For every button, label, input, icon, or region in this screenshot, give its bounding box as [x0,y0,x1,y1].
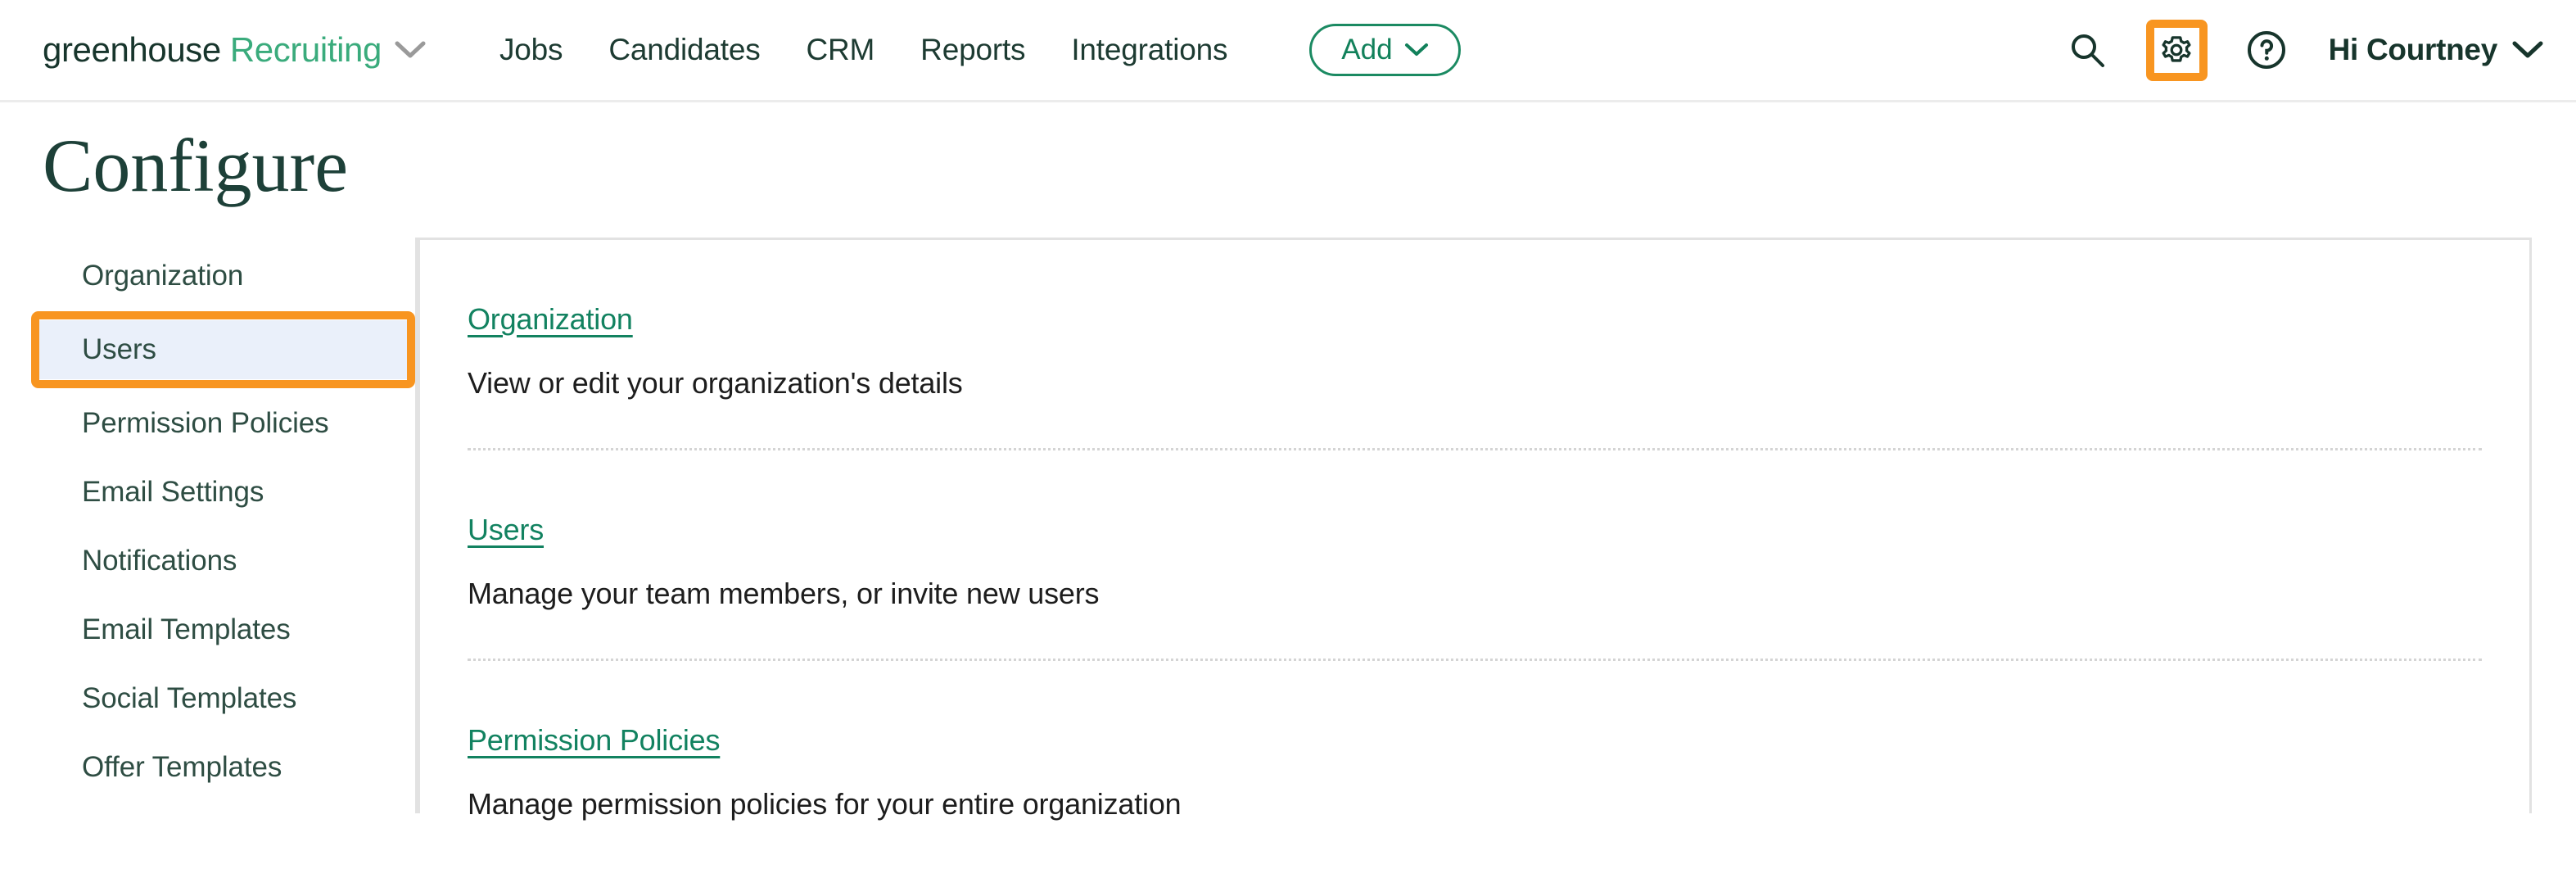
settings-row-organization: Organization View or edit your organizat… [468,240,2482,450]
settings-row-users: Users Manage your team members, or invit… [468,450,2482,661]
sidebar-item-users-highlight: Users [0,320,415,379]
sidebar-item-notifications[interactable]: Notifications [0,536,415,586]
help-circle-icon[interactable] [2244,27,2289,73]
nav-item-crm[interactable]: CRM [784,33,898,67]
search-icon[interactable] [2064,27,2110,73]
chevron-down-icon [1404,42,1429,58]
top-navigation-bar: greenhouse Recruiting Jobs Candidates CR… [0,0,2576,102]
chevron-down-icon[interactable] [395,40,426,60]
brand-product-name: Recruiting [230,30,382,70]
account-greeting-label: Hi Courtney [2329,33,2497,67]
settings-link-users[interactable]: Users [468,513,544,547]
nav-item-jobs[interactable]: Jobs [477,33,585,67]
settings-description-organization: View or edit your organization's details [468,366,2482,401]
page-title: Configure [43,126,2576,206]
settings-link-permission-policies[interactable]: Permission Policies [468,723,720,758]
nav-item-reports[interactable]: Reports [897,33,1048,67]
account-menu[interactable]: Hi Courtney [2329,33,2543,67]
primary-nav: Jobs Candidates CRM Reports Integrations [477,33,1250,67]
sidebar-item-organization[interactable]: Organization [0,251,415,301]
nav-item-candidates[interactable]: Candidates [585,33,783,67]
configure-sidebar: Organization Users Permission Policies E… [0,238,418,813]
settings-card: Organization View or edit your organizat… [418,238,2532,813]
sidebar-item-users[interactable]: Users [39,320,407,379]
top-bar-actions: Hi Courtney [2050,0,2543,100]
settings-link-organization[interactable]: Organization [468,302,633,337]
configure-main: Organization View or edit your organizat… [418,238,2576,813]
brand-logo[interactable]: greenhouse Recruiting [43,30,426,70]
sidebar-item-email-settings[interactable]: Email Settings [0,468,415,517]
gear-icon[interactable] [2146,20,2208,81]
page-content: Organization Users Permission Policies E… [0,238,2576,813]
sidebar-item-permission-policies[interactable]: Permission Policies [0,399,415,448]
nav-item-integrations[interactable]: Integrations [1048,33,1250,67]
sidebar-item-social-templates[interactable]: Social Templates [0,674,415,723]
chevron-down-icon [2512,40,2543,60]
sidebar-item-email-templates[interactable]: Email Templates [0,605,415,654]
settings-description-permission-policies: Manage permission policies for your enti… [468,787,2482,821]
add-button[interactable]: Add [1309,24,1460,76]
add-button-label: Add [1341,34,1392,66]
settings-description-users: Manage your team members, or invite new … [468,577,2482,611]
sidebar-item-offer-templates[interactable]: Offer Templates [0,743,415,792]
brand-name: greenhouse [43,30,221,70]
settings-row-permission-policies: Permission Policies Manage permission po… [468,661,2482,869]
